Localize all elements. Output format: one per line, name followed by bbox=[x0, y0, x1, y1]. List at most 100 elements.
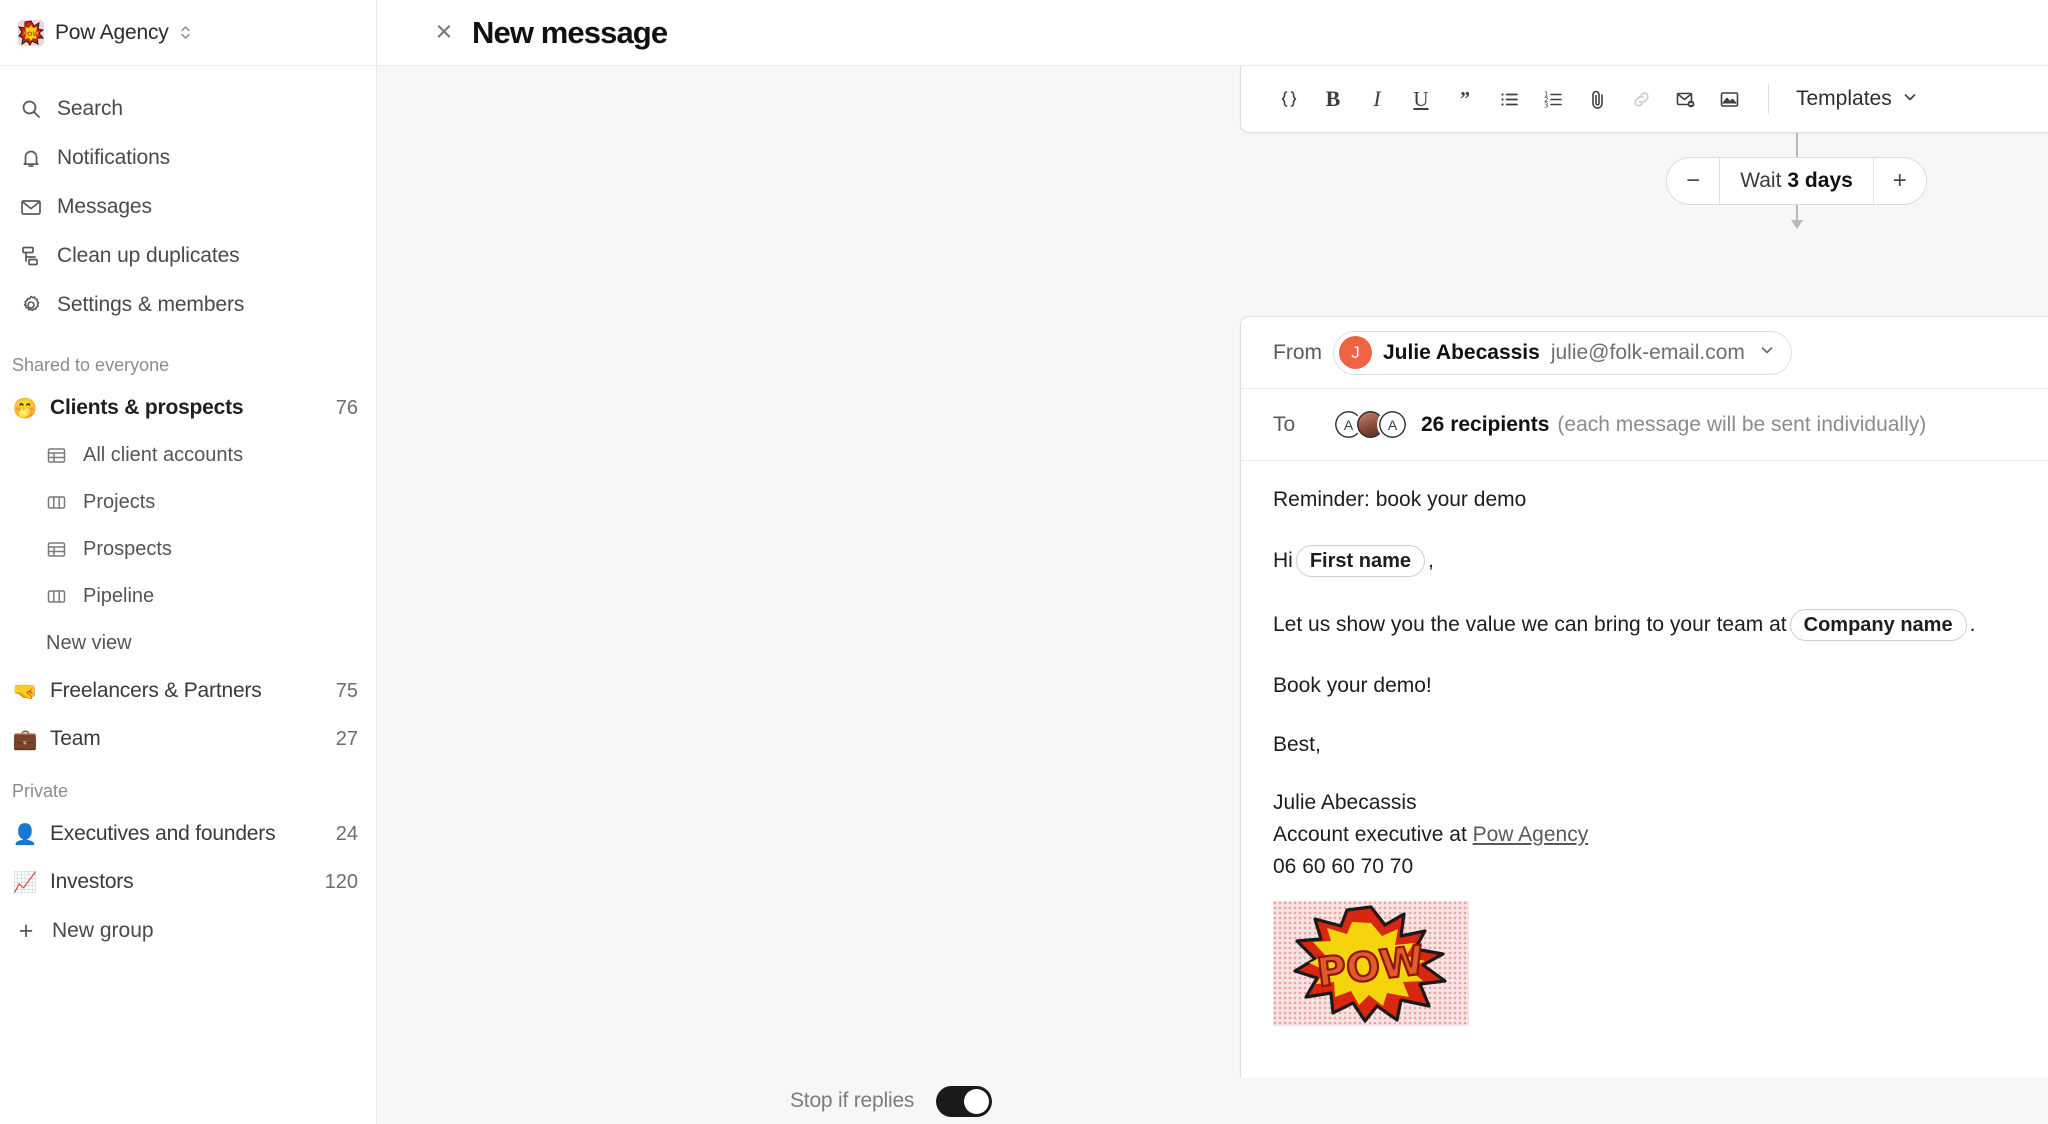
new-group-button[interactable]: + New group bbox=[0, 906, 376, 956]
chevron-down-icon bbox=[1759, 342, 1775, 363]
from-sender-chip[interactable]: J Julie Abecassis julie@folk-email.com bbox=[1333, 330, 1792, 375]
sidebar-item-label: Search bbox=[57, 96, 123, 120]
svg-text:3: 3 bbox=[1544, 101, 1548, 109]
insert-email-icon[interactable] bbox=[1663, 79, 1707, 119]
variable-token-first-name[interactable]: First name bbox=[1295, 545, 1425, 578]
sidebar-item-search[interactable]: Search bbox=[0, 84, 376, 133]
sidebar-group-investors[interactable]: 📈 Investors 120 bbox=[0, 858, 376, 906]
pitch-prefix: Let us show you the value we can bring t… bbox=[1273, 613, 1787, 637]
envelope-icon bbox=[18, 196, 43, 218]
templates-label: Templates bbox=[1796, 87, 1892, 110]
view-label: All client accounts bbox=[83, 444, 244, 466]
svg-text:POW: POW bbox=[22, 30, 39, 38]
sidebar-item-label: Clean up duplicates bbox=[57, 243, 240, 267]
group-label: Team bbox=[50, 727, 101, 750]
sidebar-item-label: Settings & members bbox=[57, 292, 245, 316]
workspace-name: Pow Agency bbox=[55, 20, 169, 44]
underline-icon[interactable]: U bbox=[1399, 79, 1443, 119]
connector-line-bottom bbox=[1790, 205, 1803, 229]
numbered-list-icon[interactable]: 1 2 3 bbox=[1531, 79, 1575, 119]
wait-increment-button[interactable]: + bbox=[1874, 158, 1926, 204]
new-group-label: New group bbox=[52, 919, 154, 942]
italic-icon[interactable]: I bbox=[1355, 79, 1399, 119]
quote-icon[interactable]: ” bbox=[1443, 79, 1487, 119]
group-emoji-icon: 📈 bbox=[12, 870, 38, 894]
view-label: New view bbox=[46, 632, 132, 654]
wait-prefix-label: Wait bbox=[1740, 169, 1782, 192]
pow-burst-icon: POW bbox=[18, 19, 44, 46]
email-pitch-line: Let us show you the value we can bring t… bbox=[1273, 609, 2048, 642]
sidebar-group-executives-founders[interactable]: 👤 Executives and founders 24 bbox=[0, 810, 376, 858]
group-count-badge: 75 bbox=[335, 679, 358, 702]
pow-burst-image-icon: POW bbox=[1273, 900, 1469, 1026]
group-label: Executives and founders bbox=[50, 822, 276, 845]
insert-image-icon[interactable] bbox=[1707, 79, 1751, 119]
sidebar-group-freelancers-partners[interactable]: 🤜 Freelancers & Partners 75 bbox=[0, 667, 376, 715]
group-count-badge: 76 bbox=[335, 396, 358, 419]
variable-token-company-name[interactable]: Company name bbox=[1789, 609, 1967, 642]
sidebar-section-private-label: Private bbox=[12, 781, 69, 801]
bold-icon[interactable]: B bbox=[1311, 79, 1355, 119]
workspace-switcher[interactable]: POW Pow Agency bbox=[0, 0, 376, 66]
stop-if-replies-toggle[interactable] bbox=[936, 1085, 993, 1117]
wait-decrement-button[interactable]: − bbox=[1667, 158, 1719, 204]
email-greeting-line: Hi First name , bbox=[1273, 545, 2048, 578]
recipient-avatar-stack[interactable]: A A bbox=[1333, 409, 1408, 440]
close-icon[interactable]: × bbox=[429, 18, 459, 47]
sidebar-view-projects[interactable]: Projects bbox=[0, 479, 376, 526]
link-icon[interactable] bbox=[1619, 79, 1663, 119]
app-root: POW Pow Agency Search Notifications Mess… bbox=[0, 0, 2048, 1124]
attachment-icon[interactable] bbox=[1575, 79, 1619, 119]
gear-icon bbox=[18, 294, 43, 316]
signature-phone: 06 60 60 70 70 bbox=[1273, 855, 1414, 879]
group-emoji-icon: 🤭 bbox=[12, 396, 38, 420]
sidebar-item-label: Messages bbox=[57, 194, 152, 218]
greeting-suffix: , bbox=[1428, 549, 1434, 573]
from-label: From bbox=[1273, 340, 1322, 364]
chevron-up-down-icon bbox=[179, 23, 192, 42]
templates-dropdown[interactable]: Templates bbox=[1786, 82, 1928, 116]
wait-step-connector: − Wait 3 days + bbox=[1240, 133, 2048, 304]
group-emoji-icon: 💼 bbox=[12, 727, 38, 751]
bulleted-list-icon[interactable] bbox=[1487, 79, 1531, 119]
sidebar-view-new-view[interactable]: New view bbox=[0, 620, 376, 667]
signature-role-prefix: Account executive at bbox=[1273, 823, 1467, 846]
sidebar-view-prospects[interactable]: Prospects bbox=[0, 526, 376, 573]
wait-value[interactable]: Wait 3 days bbox=[1719, 158, 1874, 204]
email-cta-line: Book your demo! bbox=[1273, 674, 1432, 698]
recipient-note: (each message will be sent individually) bbox=[1557, 412, 1927, 436]
signature-image[interactable]: POW bbox=[1273, 900, 1469, 1026]
bell-icon bbox=[18, 147, 43, 169]
toolbar-divider bbox=[1768, 84, 1769, 114]
signature-name: Julie Abecassis bbox=[1273, 790, 1417, 814]
group-emoji-icon: 🤜 bbox=[12, 679, 38, 703]
recipient-count[interactable]: 26 recipients bbox=[1421, 413, 1549, 437]
previous-step-card: B I U ” 1 2 3 Templates bbox=[1240, 66, 2048, 133]
sidebar-view-all-client-accounts[interactable]: All client accounts bbox=[0, 432, 376, 479]
sidebar-section-shared-label: Shared to everyone bbox=[12, 355, 170, 375]
from-row: From J Julie Abecassis julie@folk-email.… bbox=[1241, 317, 2048, 389]
sidebar-item-messages[interactable]: Messages bbox=[0, 182, 376, 231]
merge-duplicates-icon bbox=[18, 245, 43, 267]
view-label: Prospects bbox=[83, 538, 172, 560]
sequence-canvas: B I U ” 1 2 3 Templates − Wait 3 days + … bbox=[377, 66, 2048, 1124]
group-count-badge: 120 bbox=[324, 870, 358, 893]
sidebar-view-pipeline[interactable]: Pipeline bbox=[0, 573, 376, 620]
signature-company-link[interactable]: Pow Agency bbox=[1473, 822, 1589, 848]
sidebar-item-settings-members[interactable]: Settings & members bbox=[0, 280, 376, 329]
email-body-editor[interactable]: Reminder: book your demo Hi First name ,… bbox=[1241, 461, 2048, 1094]
toggle-knob bbox=[964, 1088, 990, 1114]
code-block-icon[interactable] bbox=[1267, 79, 1311, 119]
sidebar-item-label: Notifications bbox=[57, 145, 171, 169]
avatar: A bbox=[1377, 409, 1408, 440]
sidebar-item-notifications[interactable]: Notifications bbox=[0, 133, 376, 182]
wait-control: − Wait 3 days + bbox=[1666, 157, 1927, 205]
avatar: J bbox=[1339, 336, 1372, 369]
group-label: Freelancers & Partners bbox=[50, 679, 262, 702]
view-label: Projects bbox=[83, 491, 156, 513]
sidebar-group-clients-prospects[interactable]: 🤭 Clients & prospects 76 bbox=[0, 384, 376, 432]
sidebar-item-clean-up-duplicates[interactable]: Clean up duplicates bbox=[0, 231, 376, 280]
sidebar-group-team[interactable]: 💼 Team 27 bbox=[0, 715, 376, 763]
wait-duration-value: 3 days bbox=[1787, 169, 1853, 192]
page-title: New message bbox=[472, 14, 668, 50]
